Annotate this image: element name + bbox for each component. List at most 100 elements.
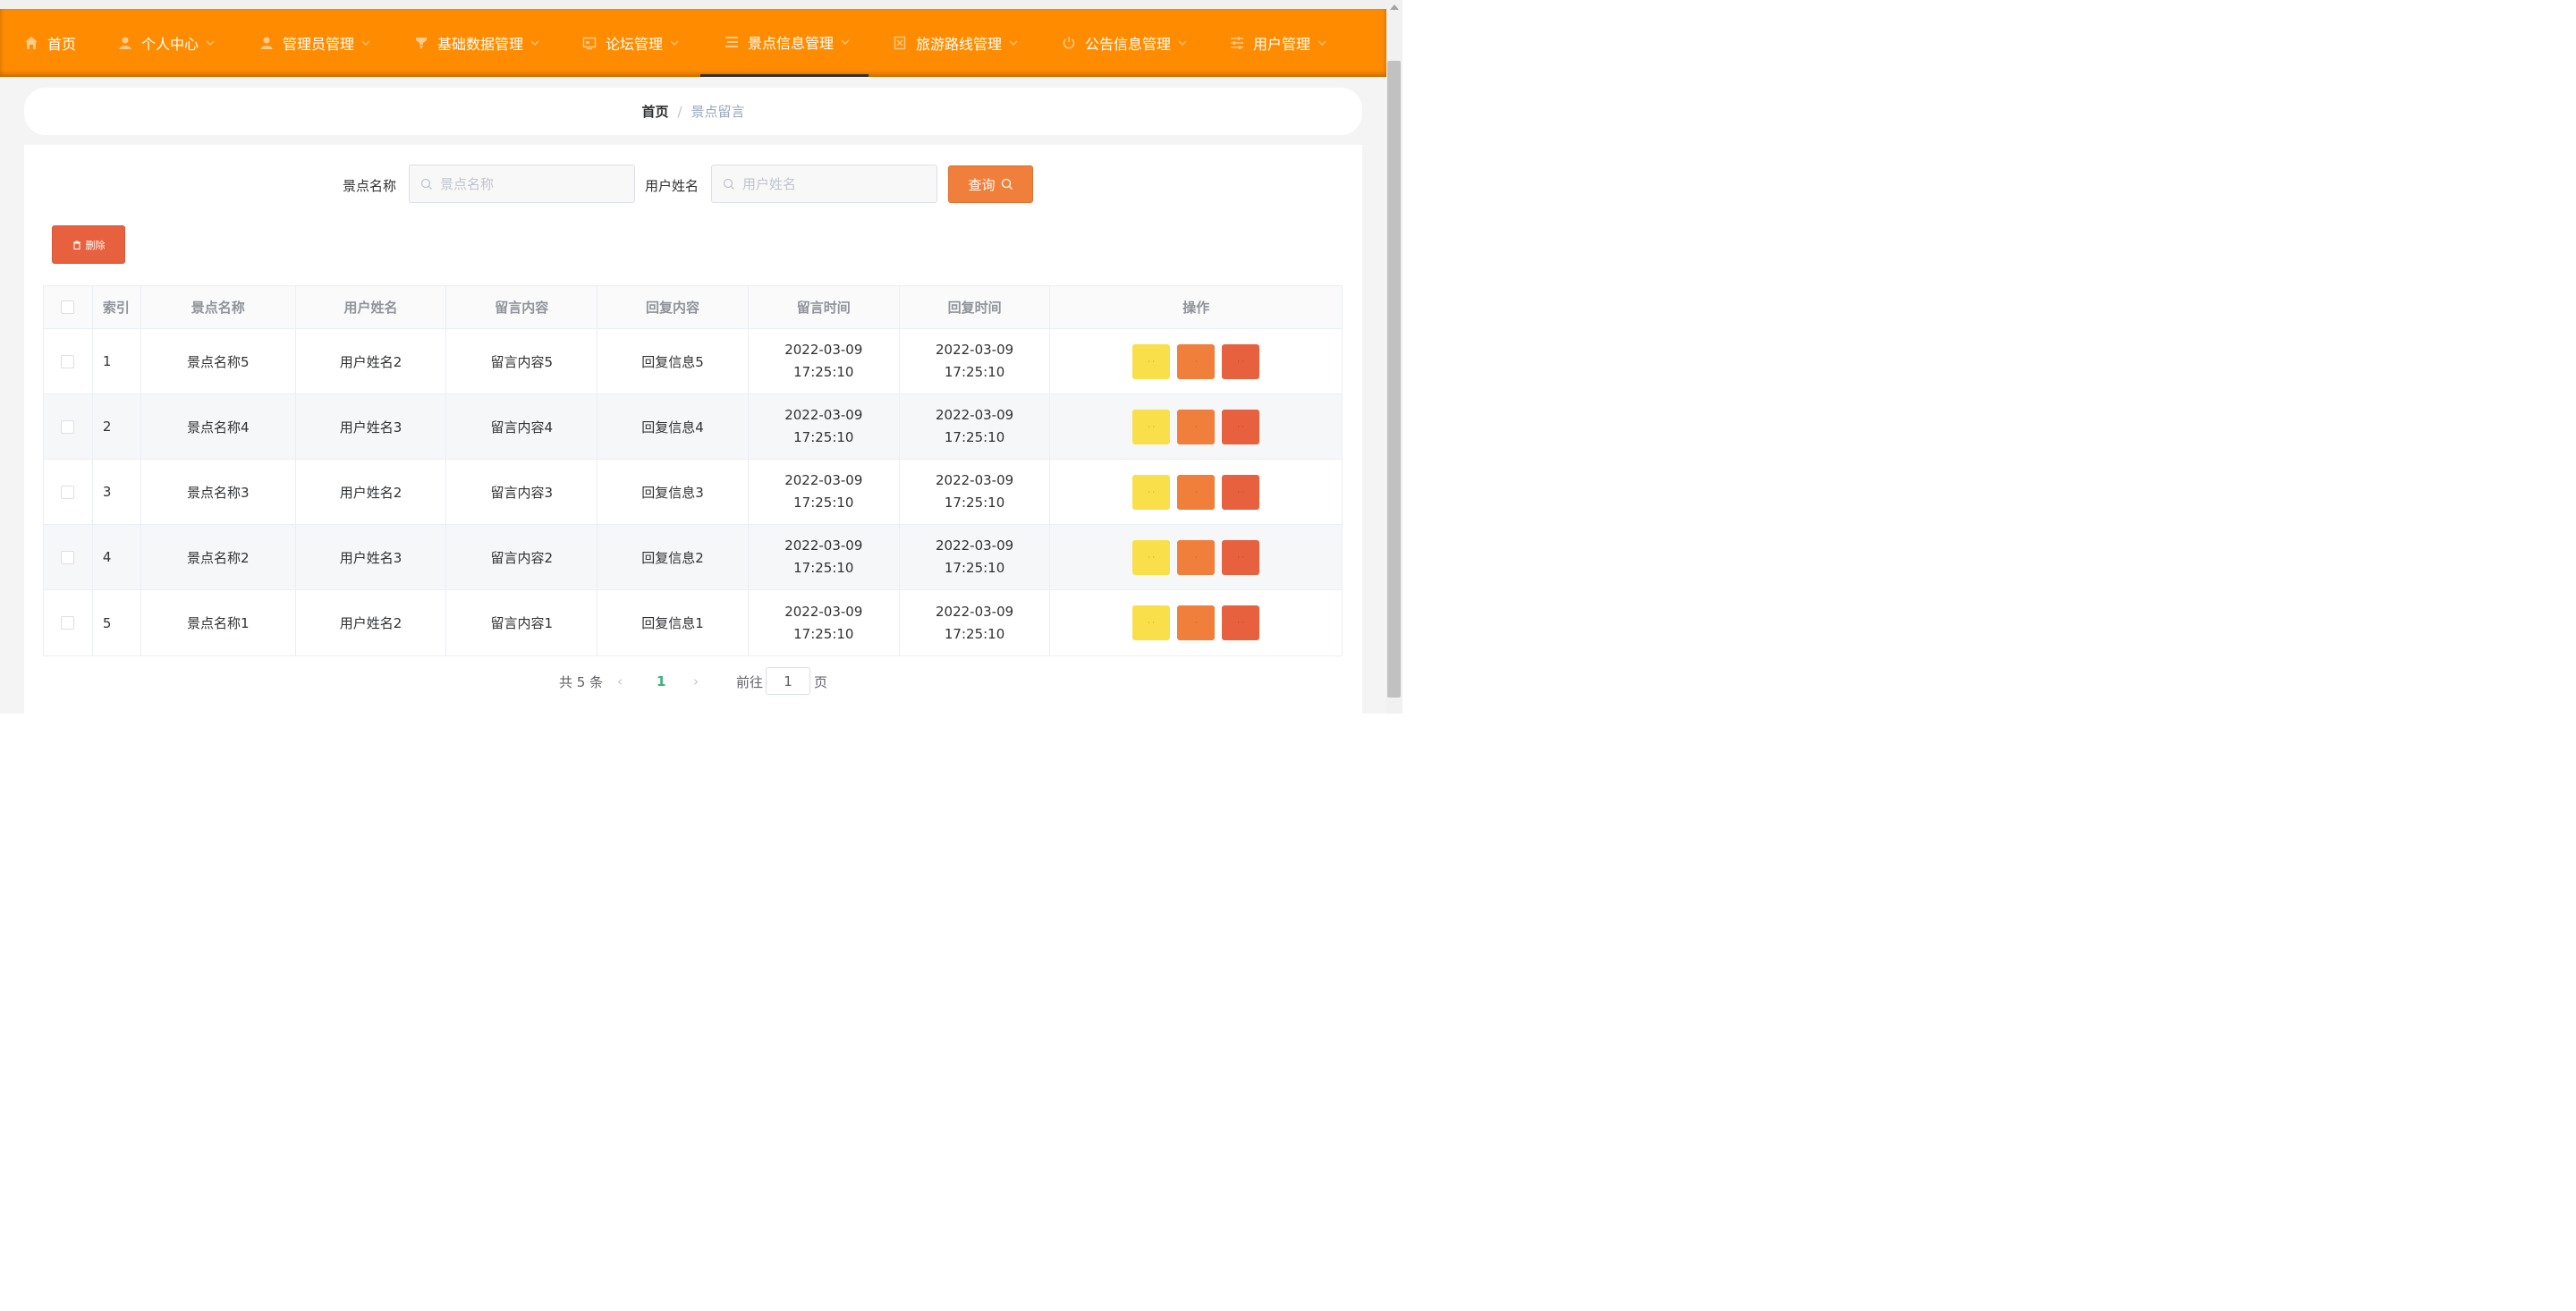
- document-icon: [892, 35, 908, 51]
- screen-icon: [581, 35, 597, 51]
- top-edge: [0, 0, 1386, 9]
- view-button[interactable]: · ·: [1132, 539, 1171, 575]
- spot-name-input[interactable]: [440, 175, 619, 192]
- row-checkbox[interactable]: [61, 419, 75, 434]
- table-row: 3 景点名称3 用户姓名2 留言内容3 回复信息3 2022-03-09 17:…: [44, 460, 1342, 525]
- pagination-goto-input[interactable]: [766, 667, 810, 695]
- chevron-down-icon: [1318, 38, 1326, 47]
- row-delete-button[interactable]: · ·: [1222, 409, 1260, 444]
- cell-reply: 回复信息3: [597, 460, 749, 524]
- prev-page-icon[interactable]: ‹: [617, 668, 623, 695]
- user-icon: [258, 35, 275, 51]
- row-checkbox[interactable]: [61, 354, 75, 368]
- nav-label: 基础数据管理: [437, 36, 524, 53]
- nav-item-basic-data[interactable]: 基础数据管理: [413, 9, 539, 77]
- trash-icon: [72, 241, 80, 250]
- cell-reply: 回复信息5: [597, 329, 749, 393]
- view-button[interactable]: · ·: [1132, 343, 1171, 379]
- search-icon: [723, 178, 734, 190]
- cell-message-time: 2022-03-09 17:25:10: [749, 394, 900, 459]
- row-select-cell: [44, 394, 93, 459]
- row-select-cell: [44, 525, 93, 589]
- table-row: 2 景点名称4 用户姓名3 留言内容4 回复信息4 2022-03-09 17:…: [44, 394, 1342, 460]
- cell-reply-time: 2022-03-09 17:25:10: [900, 590, 1051, 656]
- nav-item-home[interactable]: 首页: [23, 9, 76, 77]
- edit-button[interactable]: ·: [1177, 409, 1216, 444]
- nav-item-admin[interactable]: 管理员管理: [258, 9, 370, 77]
- header-reply: 回复内容: [597, 286, 749, 328]
- chevron-down-icon: [1009, 38, 1018, 47]
- chevron-down-icon: [841, 38, 850, 47]
- pagination-current-page[interactable]: 1: [657, 668, 665, 695]
- nav-label: 论坛管理: [606, 36, 664, 53]
- view-button[interactable]: · ·: [1132, 605, 1171, 640]
- table-row: 4 景点名称2 用户姓名3 留言内容2 回复信息2 2022-03-09 17:…: [44, 525, 1342, 590]
- search-icon: [1001, 178, 1013, 190]
- row-delete-button[interactable]: · ·: [1222, 343, 1260, 379]
- nav-item-forum[interactable]: 论坛管理: [581, 9, 679, 77]
- breadcrumb: 首页 / 景点留言: [24, 88, 1362, 135]
- header-reply-time: 回复时间: [900, 286, 1051, 328]
- chevron-down-icon: [670, 38, 679, 47]
- header-message-time: 留言时间: [749, 286, 900, 328]
- top-nav: 首页 个人中心 管理员管理 基础数据管理 论坛管理 景点信息管理 旅游路线管理 …: [0, 9, 1386, 77]
- cell-actions: · · · · ·: [1050, 394, 1342, 459]
- spot-name-field[interactable]: [409, 165, 635, 203]
- row-delete-button[interactable]: · ·: [1222, 605, 1260, 640]
- nav-label: 用户管理: [1253, 36, 1311, 53]
- edit-button[interactable]: ·: [1177, 343, 1216, 379]
- delete-button-label: 删除: [85, 239, 106, 251]
- nav-item-personal-center[interactable]: 个人中心: [117, 9, 215, 77]
- header-select-cell: [44, 286, 93, 328]
- cell-reply: 回复信息1: [597, 590, 749, 656]
- page: 首页 个人中心 管理员管理 基础数据管理 论坛管理 景点信息管理 旅游路线管理 …: [0, 0, 1402, 714]
- edit-button[interactable]: ·: [1177, 539, 1216, 575]
- cell-message: 留言内容4: [446, 394, 598, 459]
- row-checkbox[interactable]: [61, 616, 75, 630]
- row-delete-button[interactable]: · ·: [1222, 474, 1260, 510]
- view-button[interactable]: · ·: [1132, 409, 1171, 444]
- header-index: 索引: [93, 286, 141, 328]
- cell-reply: 回复信息4: [597, 394, 749, 459]
- query-button[interactable]: 查询: [948, 165, 1033, 203]
- search-icon: [420, 178, 432, 190]
- query-button-label: 查询: [968, 176, 996, 193]
- vertical-scrollbar[interactable]: [1386, 0, 1402, 714]
- nav-item-announcements[interactable]: 公告信息管理: [1061, 9, 1187, 77]
- nav-item-users[interactable]: 用户管理: [1229, 9, 1326, 77]
- row-select-cell: [44, 329, 93, 393]
- cell-spot-name: 景点名称3: [141, 460, 296, 524]
- user-name-field[interactable]: [711, 165, 937, 203]
- view-button[interactable]: · ·: [1132, 474, 1171, 510]
- delete-button[interactable]: 删除: [52, 225, 125, 264]
- cell-spot-name: 景点名称4: [141, 394, 296, 459]
- header-actions: 操作: [1182, 300, 1210, 316]
- row-checkbox[interactable]: [61, 550, 75, 564]
- nav-label: 首页: [47, 36, 77, 53]
- breadcrumb-home[interactable]: 首页: [641, 102, 668, 121]
- user-name-input[interactable]: [742, 175, 921, 192]
- nav-item-spot-info[interactable]: 景点信息管理: [700, 9, 869, 77]
- nav-label: 景点信息管理: [748, 34, 835, 52]
- cell-reply-time: 2022-03-09 17:25:10: [900, 525, 1051, 589]
- cell-actions: · · · · ·: [1050, 590, 1342, 656]
- pagination-goto-label: 前往: [736, 673, 764, 690]
- cell-spot-name: 景点名称1: [141, 590, 296, 656]
- edit-button[interactable]: ·: [1177, 605, 1216, 640]
- list-icon: [724, 34, 740, 50]
- cell-index: 3: [93, 460, 141, 524]
- edit-button[interactable]: ·: [1177, 474, 1216, 510]
- cell-user-name: 用户姓名2: [296, 590, 447, 656]
- select-all-checkbox[interactable]: [61, 300, 75, 314]
- cell-spot-name: 景点名称5: [141, 329, 296, 393]
- cell-reply: 回复信息2: [597, 525, 749, 589]
- scroll-up-arrow-icon[interactable]: [1390, 4, 1399, 10]
- next-page-icon[interactable]: ›: [693, 668, 699, 695]
- row-delete-button[interactable]: · ·: [1222, 539, 1260, 575]
- row-checkbox[interactable]: [61, 485, 75, 499]
- nav-item-travel-routes[interactable]: 旅游路线管理: [892, 9, 1018, 77]
- header-user-name: 用户姓名: [296, 286, 447, 328]
- scrollbar-thumb[interactable]: [1387, 61, 1401, 698]
- sliders-icon: [1229, 35, 1245, 51]
- cell-message-time: 2022-03-09 17:25:10: [749, 460, 900, 524]
